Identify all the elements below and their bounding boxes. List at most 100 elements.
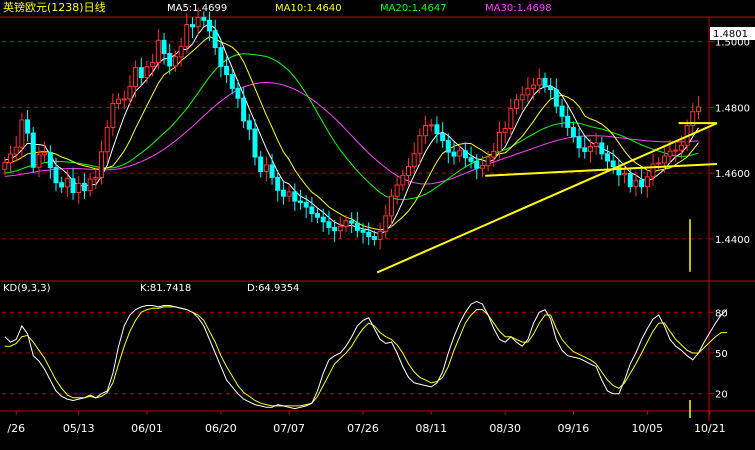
candle-body-down bbox=[161, 39, 167, 54]
candle-body-up bbox=[87, 178, 93, 192]
candle-body-down bbox=[360, 229, 366, 233]
date-tick-label: 06/01 bbox=[131, 422, 163, 435]
current-price-label: 1.4801 bbox=[713, 29, 748, 40]
candle-body-up bbox=[519, 94, 525, 101]
candle-body-down bbox=[599, 142, 605, 155]
candle-body-down bbox=[462, 150, 468, 159]
candle-body-down bbox=[371, 236, 377, 241]
candle-body-down bbox=[241, 97, 247, 122]
candle-body-down bbox=[326, 221, 332, 228]
candle-body-up bbox=[93, 176, 99, 180]
candle-body-up bbox=[121, 98, 127, 101]
date-tick-label: 08/30 bbox=[489, 422, 521, 435]
date-tick-label: 07/26 bbox=[347, 422, 379, 435]
candle-body-down bbox=[576, 136, 582, 149]
kd-k-line bbox=[4, 300, 728, 410]
candle-body-down bbox=[47, 151, 53, 169]
candle-body-down bbox=[474, 160, 480, 169]
kd-k-value: K:81.7418 bbox=[140, 283, 191, 294]
date-tick-label: /26 bbox=[7, 422, 25, 435]
candle-body-up bbox=[36, 154, 42, 168]
candle-body-down bbox=[570, 126, 576, 138]
candle-body-up bbox=[76, 182, 82, 194]
candle-body-up bbox=[423, 124, 429, 137]
date-tick-label: 10/05 bbox=[631, 422, 663, 435]
candle-body-down bbox=[275, 176, 281, 191]
candle-body-up bbox=[8, 153, 14, 164]
candle-body-up bbox=[644, 176, 650, 188]
candle-body-up bbox=[496, 131, 502, 152]
ma5-label: MA5:1.4699 bbox=[167, 3, 227, 14]
candle-body-down bbox=[252, 128, 258, 158]
date-tick-label: 09/16 bbox=[558, 422, 590, 435]
candle-body-up bbox=[2, 162, 8, 170]
trendline bbox=[376, 122, 718, 274]
candle-body-up bbox=[502, 127, 508, 133]
candle-body-down bbox=[548, 86, 554, 91]
candle-body-up bbox=[383, 215, 389, 232]
candle-body-down bbox=[53, 167, 59, 184]
candle-body-up bbox=[508, 107, 514, 129]
candle-body-down bbox=[605, 153, 610, 162]
candle-body-down bbox=[212, 30, 218, 49]
candle-body-down bbox=[30, 132, 36, 168]
candle-body-down bbox=[542, 77, 548, 88]
candle-body-down bbox=[229, 74, 235, 89]
candle-body-down bbox=[280, 189, 286, 197]
candle-body-up bbox=[667, 150, 673, 157]
candle-body-down bbox=[25, 119, 31, 134]
candle-body-down bbox=[292, 191, 298, 202]
candle-body-down bbox=[303, 201, 309, 208]
chart-title: 英镑欧元(1238)日线 bbox=[3, 0, 106, 14]
candle-body-up bbox=[531, 84, 537, 89]
kd-d-value: D:64.9354 bbox=[247, 283, 299, 294]
candle-body-up bbox=[406, 166, 412, 176]
kd-d-line bbox=[4, 306, 727, 407]
candle-body-down bbox=[269, 164, 275, 178]
candle-body-down bbox=[565, 115, 571, 128]
price-tick-label: 1.4800 bbox=[715, 103, 750, 114]
date-tick-label: 05/13 bbox=[63, 422, 95, 435]
ma10-label: MA10:1.4640 bbox=[275, 3, 342, 14]
candle-body-down bbox=[297, 200, 303, 203]
grid-layer bbox=[0, 16, 755, 421]
candle-body-up bbox=[13, 146, 19, 155]
candle-body-down bbox=[354, 222, 360, 231]
candle-body-up bbox=[388, 195, 394, 217]
candle-body-up bbox=[155, 39, 161, 63]
candle-body-down bbox=[582, 147, 588, 152]
candle-body-up bbox=[42, 151, 48, 156]
ma20-label: MA20:1.4647 bbox=[380, 3, 447, 14]
candle-body-up bbox=[678, 144, 684, 151]
candle-body-up bbox=[286, 191, 292, 197]
date-tick-label: 10/21 bbox=[694, 422, 726, 435]
candle-body-up bbox=[485, 156, 491, 167]
candle-body-up bbox=[536, 77, 542, 86]
candle-body-up bbox=[417, 135, 423, 155]
kd-tick-label: 80 bbox=[715, 308, 728, 319]
candle-body-up bbox=[593, 142, 599, 148]
candle-body-down bbox=[610, 160, 616, 168]
candle-body-up bbox=[343, 220, 349, 227]
candle-body-up bbox=[150, 61, 156, 68]
candle-body-up bbox=[650, 163, 656, 178]
candle-body-up bbox=[64, 178, 70, 188]
candle-body-down bbox=[553, 89, 559, 107]
candle-body-up bbox=[99, 151, 104, 178]
candle-body-up bbox=[178, 45, 184, 58]
candle-body-down bbox=[70, 178, 76, 194]
candle-body-up bbox=[133, 67, 139, 87]
price-tick-label: 1.4600 bbox=[715, 169, 750, 180]
candle-body-up bbox=[525, 87, 531, 96]
candle-body-up bbox=[116, 98, 122, 104]
candle-body-up bbox=[337, 225, 343, 232]
candle-body-up bbox=[673, 149, 679, 152]
candle-body-up bbox=[263, 164, 269, 173]
date-tick-label: 07/07 bbox=[273, 422, 305, 435]
candle-body-down bbox=[138, 67, 144, 78]
candle-body-down bbox=[627, 172, 633, 188]
candle-body-down bbox=[201, 16, 207, 21]
candle-body-up bbox=[633, 179, 639, 188]
date-tick-label: 08/11 bbox=[415, 422, 447, 435]
candle-body-up bbox=[195, 16, 201, 28]
